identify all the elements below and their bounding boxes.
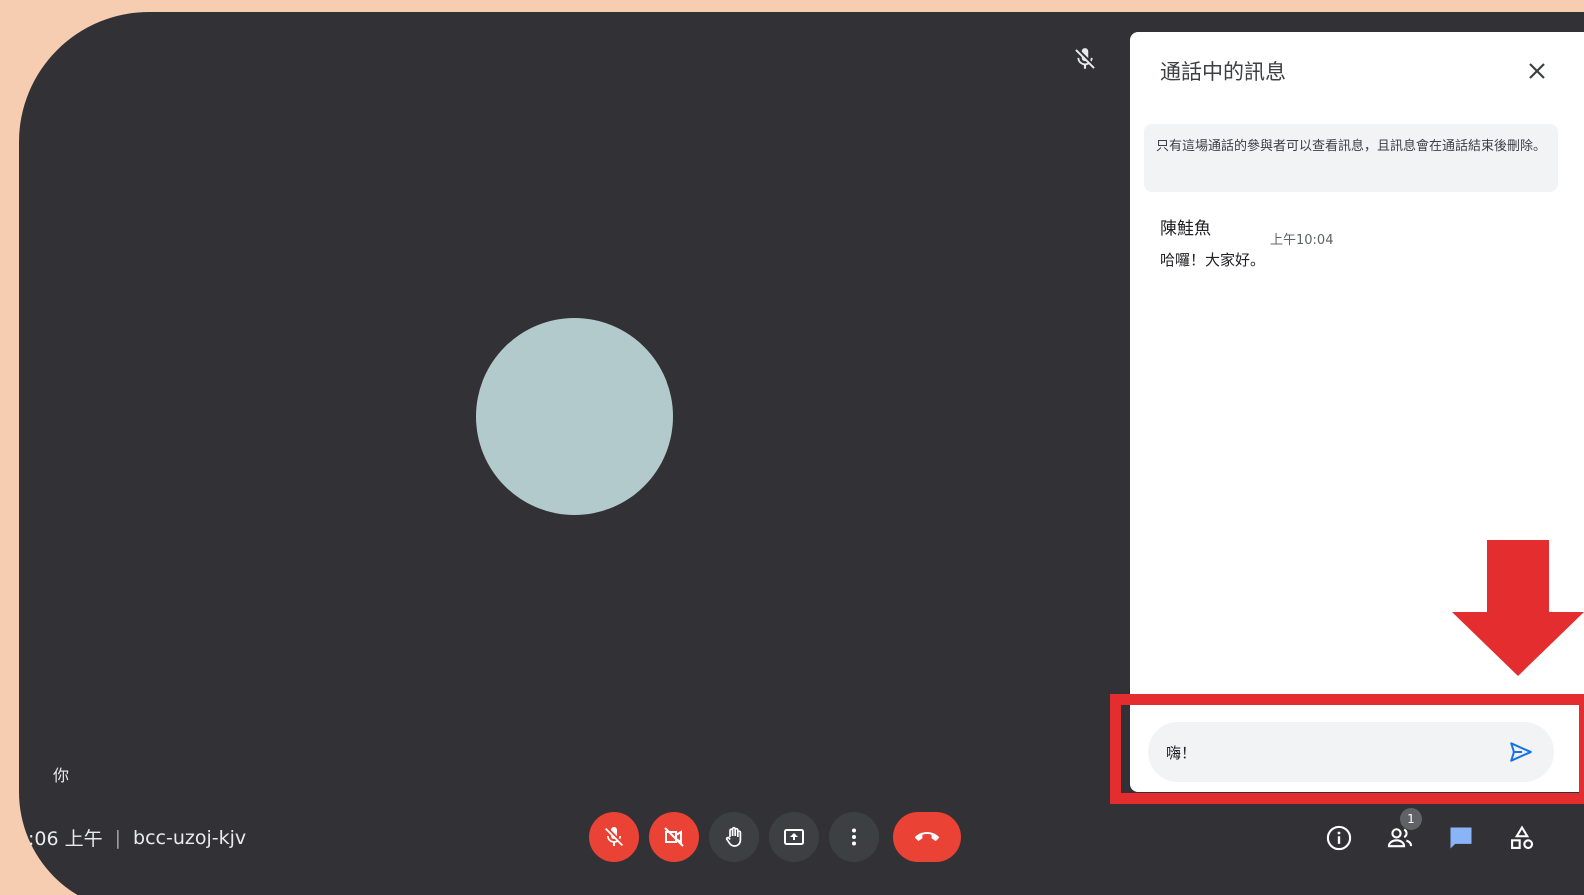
raise-hand-button[interactable] [709, 812, 759, 862]
participant-avatar [476, 318, 673, 515]
meeting-code: bcc-uzoj-kjv [133, 826, 247, 849]
people-button[interactable]: 1 [1384, 808, 1422, 854]
leave-call-button[interactable] [893, 812, 961, 862]
meeting-details: :06 上午 | bcc-uzoj-kjv [28, 824, 246, 851]
present-screen-icon [784, 829, 804, 845]
message-timestamp: 上午10:04 [1270, 233, 1334, 248]
camera-off-button[interactable] [649, 812, 699, 862]
chat-button[interactable] [1445, 822, 1477, 854]
meeting-details-button[interactable] [1323, 822, 1355, 854]
remote-mic-off-icon [1072, 46, 1098, 72]
close-chat-button[interactable] [1524, 58, 1550, 84]
meeting-time: :06 上午 [28, 828, 103, 850]
meeting-info-separator: | [114, 826, 122, 849]
call-controls [589, 812, 961, 862]
message-text: 哈囉！大家好。 [1160, 251, 1266, 269]
mic-off-button[interactable] [589, 812, 639, 862]
chat-icon [1450, 827, 1472, 849]
present-button[interactable] [769, 812, 819, 862]
activities-button[interactable] [1506, 822, 1538, 854]
activities-icon [1511, 825, 1534, 850]
camera-off-icon [664, 827, 684, 847]
self-tile-label: 你 [53, 766, 70, 785]
participant-count-badge: 1 [1400, 808, 1422, 830]
annotation-arrow-down-icon [1452, 540, 1584, 676]
more-options-button[interactable] [829, 812, 879, 862]
close-icon [1529, 63, 1545, 79]
chat-privacy-notice: 只有這場通話的參與者可以查看訊息，且訊息會在通話結束後刪除。 [1144, 124, 1558, 192]
message-sender: 陳鮭魚 [1160, 219, 1211, 239]
chat-panel: 通話中的訊息 只有這場通話的參與者可以查看訊息，且訊息會在通話結束後刪除。 陳鮭… [1130, 32, 1584, 792]
info-icon [1326, 825, 1352, 851]
side-panel-toggles: 1 [1323, 808, 1538, 854]
chat-panel-title: 通話中的訊息 [1160, 60, 1286, 84]
annotation-highlight-box [1110, 694, 1584, 804]
mic-off-icon [605, 827, 623, 846]
call-end-icon [915, 832, 939, 841]
hand-icon [725, 826, 742, 847]
more-vert-icon [852, 828, 856, 846]
